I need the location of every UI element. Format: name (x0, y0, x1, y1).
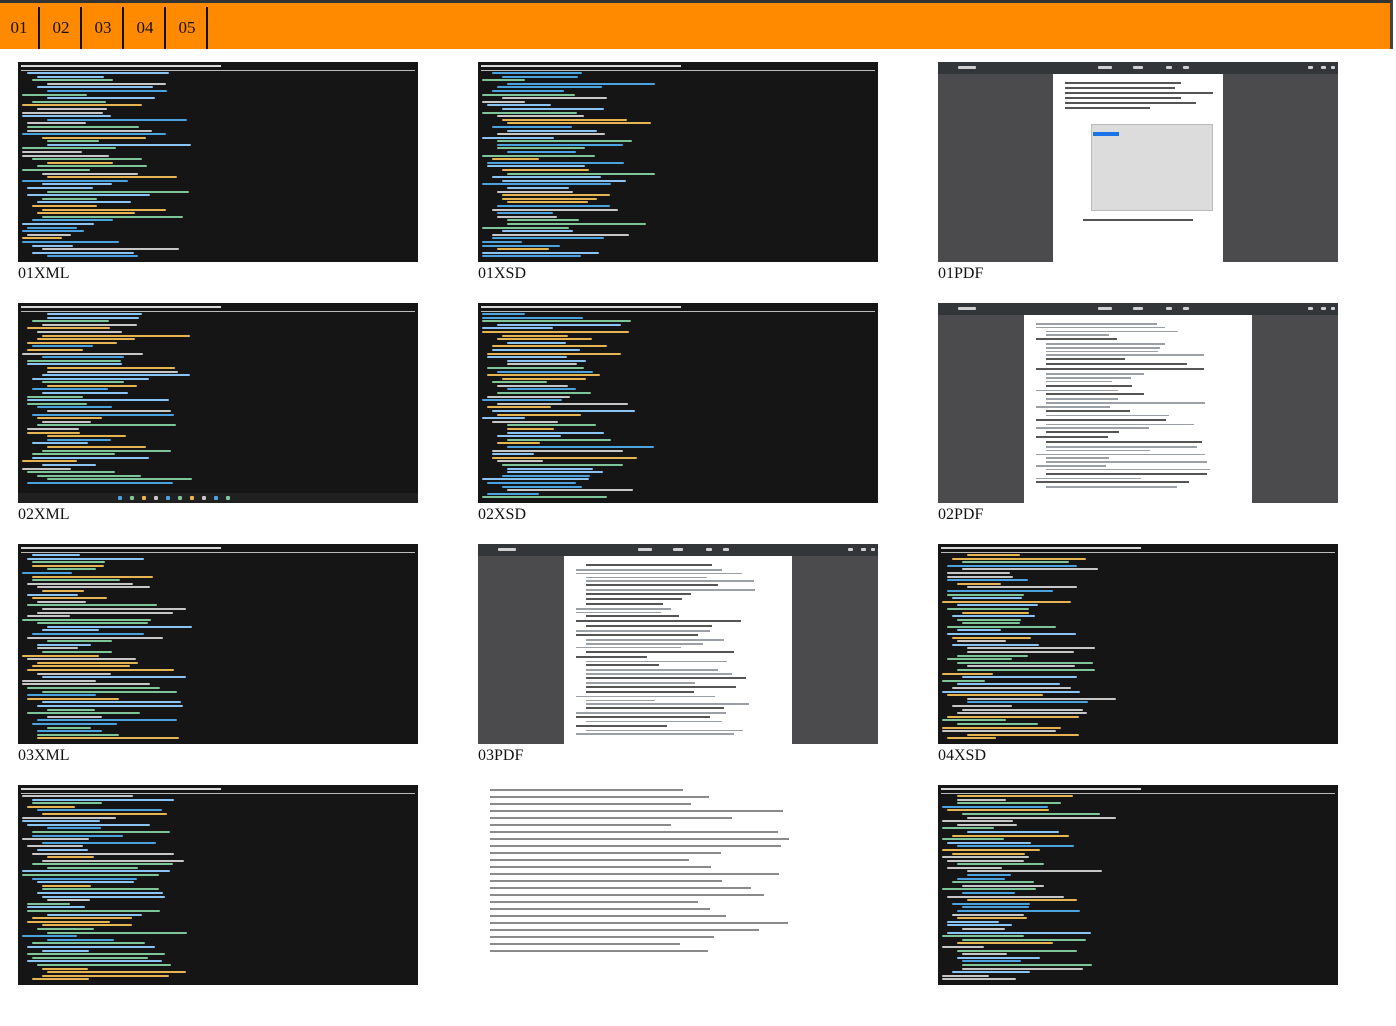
xsd-preview-thumbnail[interactable] (478, 303, 878, 503)
card-caption (18, 985, 418, 1025)
card-caption: 02PDF (938, 506, 984, 523)
pdf-page (1024, 315, 1252, 503)
taskbar (18, 493, 418, 503)
gallery-card: 01PDF (938, 62, 1338, 303)
card-caption: 03XML (18, 747, 70, 764)
gallery-card (18, 785, 418, 1026)
card-caption: 01XML (18, 265, 70, 282)
xsd-preview-thumbnail[interactable] (938, 544, 1338, 744)
pdf-preview-thumbnail[interactable] (938, 62, 1338, 262)
xsd-preview-thumbnail[interactable] (478, 62, 878, 262)
gallery-card: 02PDF (938, 303, 1338, 544)
card-caption: 02XSD (478, 506, 527, 523)
gallery-card: 03PDF (478, 544, 878, 785)
tab-01[interactable]: 01 (0, 7, 40, 49)
card-caption (938, 985, 1338, 1025)
gallery-card: 02XSD (478, 303, 878, 544)
card-caption: 03PDF (478, 747, 524, 764)
pdf-preview-thumbnail[interactable] (938, 303, 1338, 503)
card-caption: 04XSD (938, 747, 987, 764)
card-caption: 01PDF (938, 265, 984, 282)
pdf-page (564, 556, 792, 744)
gallery-card: 01XML (18, 62, 418, 303)
card-caption: 02XML (18, 506, 70, 523)
gallery-card: 02XML (18, 303, 418, 544)
xml-preview-thumbnail[interactable] (18, 303, 418, 503)
xml-preview-thumbnail[interactable] (18, 544, 418, 744)
pdf-toolbar (938, 62, 1338, 74)
xml-preview-thumbnail[interactable] (18, 62, 418, 262)
pdf-page (1053, 74, 1223, 262)
tab-04[interactable]: 04 (126, 7, 166, 49)
gallery-card (478, 785, 878, 1026)
tab-05[interactable]: 05 (168, 7, 208, 49)
tab-02[interactable]: 02 (42, 7, 82, 49)
pdf-toolbar (478, 544, 878, 556)
gallery-card: 04XSD (938, 544, 1338, 785)
gallery-card (938, 785, 1338, 1026)
xsd-preview-thumbnail[interactable] (938, 785, 1338, 985)
card-caption: 01XSD (478, 265, 527, 282)
gallery-card: 01XSD (478, 62, 878, 303)
dtd-preview-thumbnail[interactable] (478, 785, 878, 985)
thumbnail-gallery: 01XML 01XSD 01PDF 02XML 02XSD 02PDF 03XM… (18, 62, 1338, 1026)
card-caption (478, 985, 878, 1025)
tab-list: 01 02 03 04 05 (0, 3, 1390, 49)
top-nav-bar: 01 02 03 04 05 (0, 0, 1393, 49)
pdf-preview-thumbnail[interactable] (478, 544, 878, 744)
gallery-card: 03XML (18, 544, 418, 785)
pdf-toolbar (938, 303, 1338, 315)
xml-preview-thumbnail[interactable] (18, 785, 418, 985)
tab-03[interactable]: 03 (84, 7, 124, 49)
